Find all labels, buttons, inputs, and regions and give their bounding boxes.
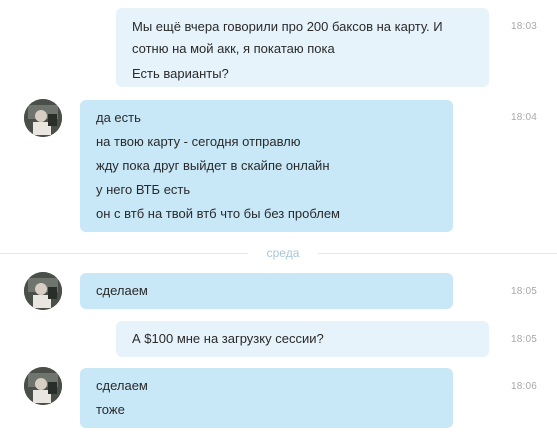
message-text: сделаем: [96, 378, 148, 393]
message-text: жду пока друг выйдет в скайпе онлайн: [96, 158, 330, 173]
message-bubble-outgoing[interactable]: А $100 мне на загрузку сессии?: [116, 321, 489, 357]
user-photo-icon: [24, 99, 62, 137]
chat-history: Мы ещё вчера говорили про 200 баксов на …: [0, 0, 557, 438]
message-text: да есть: [96, 110, 141, 125]
message-text: на твою карту - сегодня отправлю: [96, 134, 301, 149]
contact-avatar[interactable]: [24, 99, 62, 137]
message-text: Есть варианты?: [132, 66, 229, 81]
user-photo-icon: [24, 272, 62, 310]
message-timestamp: 18:03: [510, 21, 537, 32]
contact-avatar[interactable]: [24, 272, 62, 310]
message-timestamp: 18:05: [510, 334, 537, 345]
message-text: он с втб на твой втб что бы без проблем: [96, 206, 340, 221]
message-bubble-incoming[interactable]: да есть на твою карту - сегодня отправлю…: [80, 100, 453, 232]
message-bubble-incoming[interactable]: сделаем тоже: [80, 368, 453, 428]
message-text: Мы ещё вчера говорили про 200 баксов на …: [132, 19, 443, 56]
message-bubble-incoming[interactable]: сделаем: [80, 273, 453, 309]
message-bubble-outgoing[interactable]: Мы ещё вчера говорили про 200 баксов на …: [116, 8, 489, 87]
message-text: А $100 мне на загрузку сессии?: [132, 331, 324, 346]
message-text: тоже: [96, 402, 125, 417]
message-timestamp: 18:04: [510, 112, 537, 123]
message-text: сделаем: [96, 283, 148, 298]
message-timestamp: 18:05: [510, 286, 537, 297]
message-timestamp: 18:06: [510, 381, 537, 392]
message-text: у него ВТБ есть: [96, 182, 191, 197]
contact-avatar[interactable]: [24, 367, 62, 405]
user-photo-icon: [24, 367, 62, 405]
day-divider-label: среда: [248, 246, 318, 260]
